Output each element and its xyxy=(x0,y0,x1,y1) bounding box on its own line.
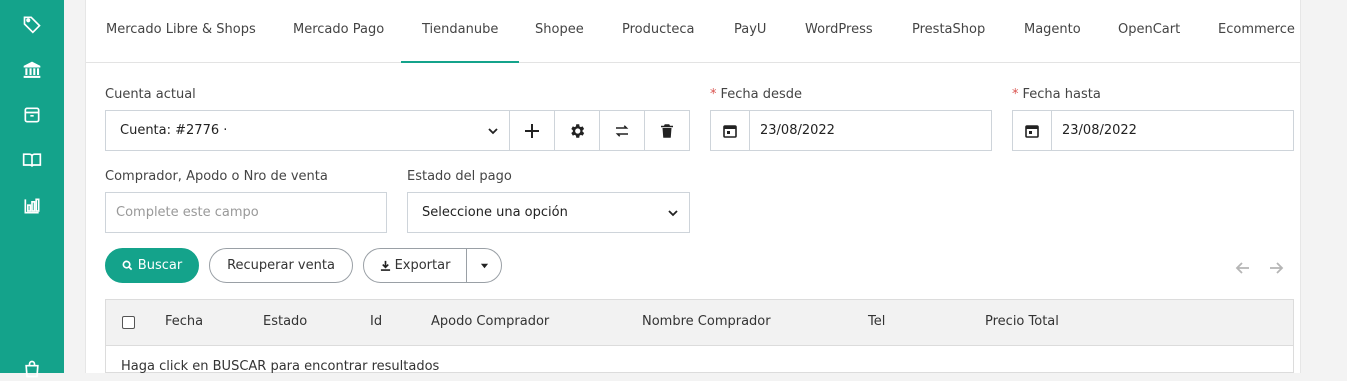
date-to-value: 23/08/2022 xyxy=(1062,123,1137,138)
tab-magento[interactable]: Magento xyxy=(1024,0,1081,63)
select-all-checkbox[interactable] xyxy=(122,316,135,329)
switch-account-button[interactable] xyxy=(600,110,645,151)
date-to-label: * Fecha hasta xyxy=(1012,87,1101,102)
date-from-value: 23/08/2022 xyxy=(760,123,835,138)
integration-tabs: Mercado Libre & Shops Mercado Pago Tiend… xyxy=(86,0,1300,63)
payment-status-select[interactable]: Seleccione una opción xyxy=(407,192,690,233)
tab-mercado-libre[interactable]: Mercado Libre & Shops xyxy=(106,0,256,63)
column-header[interactable]: Fecha xyxy=(165,300,203,344)
column-header[interactable]: Nombre Comprador xyxy=(642,300,771,344)
empty-results-message: Haga click en BUSCAR para encontrar resu… xyxy=(121,359,440,374)
column-header[interactable]: Apodo Comprador xyxy=(431,300,549,344)
swap-icon xyxy=(615,124,629,137)
buyer-label: Comprador, Apodo o Nro de venta xyxy=(105,169,328,184)
gear-icon xyxy=(571,123,585,138)
export-button[interactable]: Exportar xyxy=(364,249,467,282)
caret-down-icon xyxy=(480,263,489,269)
tab-opencart[interactable]: OpenCart xyxy=(1118,0,1180,63)
tab-wordpress[interactable]: WordPress xyxy=(805,0,873,63)
tab-payu[interactable]: PayU xyxy=(734,0,766,63)
chevron-down-icon xyxy=(668,210,678,217)
results-table: Fecha Estado Id Apodo Comprador Nombre C… xyxy=(105,299,1294,374)
previous-page-arrow-icon[interactable] xyxy=(1233,258,1253,278)
tab-tiendanube[interactable]: Tiendanube xyxy=(401,0,520,63)
tab-shopee[interactable]: Shopee xyxy=(535,0,584,63)
export-split-button: Exportar xyxy=(363,248,502,283)
next-page-arrow-icon[interactable] xyxy=(1266,258,1286,278)
bag-icon[interactable] xyxy=(20,357,44,381)
column-header[interactable]: Tel xyxy=(868,300,885,344)
column-header[interactable]: Id xyxy=(370,300,382,344)
account-select[interactable]: Cuenta: #2776 · xyxy=(105,110,510,151)
export-options-toggle[interactable] xyxy=(468,249,501,282)
search-button[interactable]: Buscar xyxy=(105,248,199,283)
column-header[interactable]: Precio Total xyxy=(985,300,1059,344)
trash-icon xyxy=(661,123,673,138)
delete-account-button[interactable] xyxy=(645,110,690,151)
bank-icon[interactable] xyxy=(20,58,44,82)
date-to-field[interactable]: 23/08/2022 xyxy=(1012,110,1294,151)
book-icon[interactable] xyxy=(20,148,44,172)
column-header[interactable]: Estado xyxy=(263,300,307,344)
account-label: Cuenta actual xyxy=(105,87,196,102)
tab-ecommerce[interactable]: Ecommerce xyxy=(1218,0,1295,63)
sidebar xyxy=(0,0,64,378)
account-settings-button[interactable] xyxy=(555,110,600,151)
tab-producteca[interactable]: Producteca xyxy=(622,0,694,63)
plus-icon xyxy=(525,123,539,138)
payment-status-value: Seleccione una opción xyxy=(422,205,568,220)
chart-icon[interactable] xyxy=(20,194,44,218)
buyer-search-input[interactable]: Complete este campo xyxy=(105,192,387,233)
add-account-button[interactable] xyxy=(510,110,555,151)
search-icon xyxy=(122,260,133,271)
table-header: Fecha Estado Id Apodo Comprador Nombre C… xyxy=(106,300,1293,346)
date-from-label: * Fecha desde xyxy=(710,87,803,102)
calendar-icon[interactable] xyxy=(711,111,750,150)
tag-icon[interactable] xyxy=(20,12,44,36)
chevron-down-icon xyxy=(488,128,498,135)
package-icon[interactable] xyxy=(20,103,44,127)
recover-sale-button[interactable]: Recuperar venta xyxy=(209,248,353,283)
calendar-icon[interactable] xyxy=(1013,111,1052,150)
account-select-value: Cuenta: #2776 · xyxy=(120,123,228,138)
tab-prestashop[interactable]: PrestaShop xyxy=(912,0,985,63)
payment-status-label: Estado del pago xyxy=(407,169,512,184)
date-from-field[interactable]: 23/08/2022 xyxy=(710,110,992,151)
tab-mercado-pago[interactable]: Mercado Pago xyxy=(293,0,384,63)
download-icon xyxy=(380,260,390,271)
